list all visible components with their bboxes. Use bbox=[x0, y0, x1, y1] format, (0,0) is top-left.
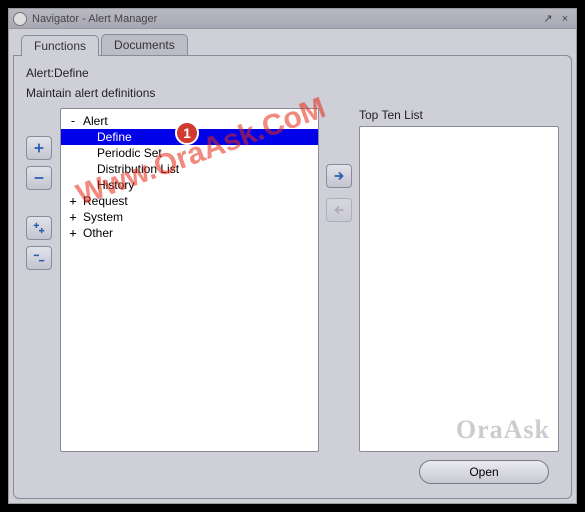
corner-watermark: OraAsk bbox=[456, 415, 550, 445]
minus-icon bbox=[32, 171, 46, 185]
tab-documents[interactable]: Documents bbox=[101, 34, 188, 55]
tree-node-other[interactable]: +Other bbox=[61, 225, 318, 241]
body-row: -Alert Define Periodic Set Distribution … bbox=[26, 108, 559, 452]
tab-panel: Alert:Define Maintain alert definitions bbox=[13, 55, 572, 499]
tab-functions[interactable]: Functions bbox=[21, 35, 99, 56]
transfer-toolbar bbox=[325, 108, 353, 452]
app-icon bbox=[13, 12, 27, 26]
collapse-all-button[interactable] bbox=[26, 246, 52, 270]
top-ten-list[interactable]: OraAsk bbox=[359, 126, 559, 452]
footer-bar: Open bbox=[26, 452, 559, 488]
open-button[interactable]: Open bbox=[419, 460, 549, 484]
tree-node-system[interactable]: +System bbox=[61, 209, 318, 225]
navigator-window: Navigator - Alert Manager ↗ × Functions … bbox=[8, 8, 577, 504]
plus-icon bbox=[32, 141, 46, 155]
tab-bar: Functions Documents bbox=[13, 33, 572, 55]
minus-multi-icon bbox=[32, 251, 46, 265]
plus-multi-icon bbox=[32, 221, 46, 235]
tree-node-distribution-list[interactable]: Distribution List bbox=[61, 161, 318, 177]
tree-node-periodic-set[interactable]: Periodic Set bbox=[61, 145, 318, 161]
close-icon[interactable]: × bbox=[558, 12, 572, 26]
move-left-button bbox=[326, 198, 352, 222]
arrow-left-icon bbox=[332, 203, 346, 217]
move-right-button[interactable] bbox=[326, 164, 352, 188]
tree-node-history[interactable]: History bbox=[61, 177, 318, 193]
page-subtitle: Maintain alert definitions bbox=[26, 86, 559, 100]
callout-badge-1: 1 bbox=[175, 121, 199, 145]
right-column: Top Ten List OraAsk bbox=[359, 108, 559, 452]
breadcrumb: Alert:Define bbox=[26, 66, 559, 80]
function-tree[interactable]: -Alert Define Periodic Set Distribution … bbox=[60, 108, 319, 452]
resize-icon[interactable]: ↗ bbox=[541, 12, 555, 26]
window-title: Navigator - Alert Manager bbox=[32, 13, 157, 25]
expand-button[interactable] bbox=[26, 136, 52, 160]
collapse-button[interactable] bbox=[26, 166, 52, 190]
top-ten-label: Top Ten List bbox=[359, 108, 559, 122]
side-toolbar bbox=[26, 108, 54, 452]
content-area: Functions Documents Alert:Define Maintai… bbox=[9, 29, 576, 503]
expand-all-button[interactable] bbox=[26, 216, 52, 240]
arrow-right-icon bbox=[332, 169, 346, 183]
titlebar: Navigator - Alert Manager ↗ × bbox=[9, 9, 576, 29]
tree-node-request[interactable]: +Request bbox=[61, 193, 318, 209]
